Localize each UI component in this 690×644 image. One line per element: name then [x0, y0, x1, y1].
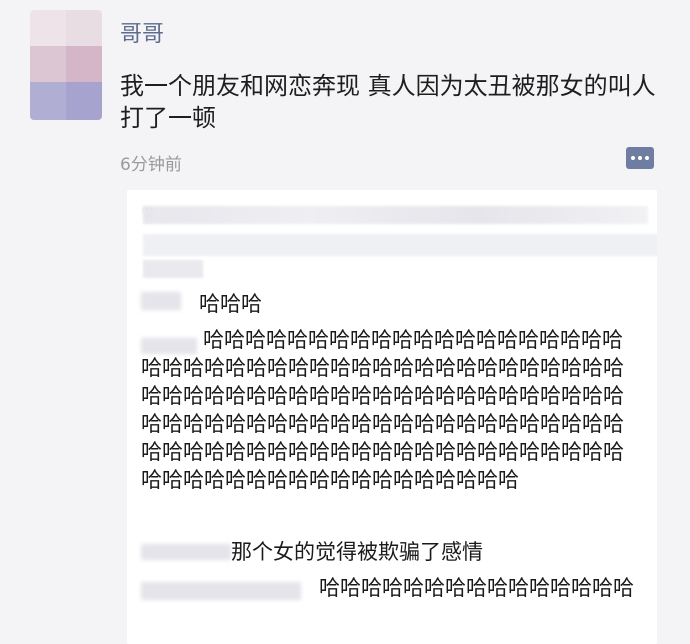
redacted-likes-row — [143, 206, 648, 224]
post-username[interactable]: 哥哥 — [120, 16, 164, 48]
comment-text-2: 哈哈哈哈哈哈哈哈哈哈哈哈哈哈哈哈哈哈哈哈哈哈哈哈哈哈哈哈哈哈哈哈哈哈哈哈哈哈哈哈… — [141, 328, 624, 492]
redacted-commenter-name — [141, 544, 231, 560]
avatar[interactable] — [30, 10, 102, 120]
post-timestamp: 6分钟前 — [120, 155, 182, 175]
comment-dots-icon[interactable] — [626, 147, 654, 169]
redacted-text-row — [143, 234, 657, 256]
redacted-commenter-name — [141, 292, 181, 310]
redacted-text-row — [143, 260, 203, 278]
comment-text-3: 那个女的觉得被欺骗了感情 — [231, 540, 483, 564]
post-text: 我一个朋友和网恋奔现 真人因为太丑被那女的叫人打了一顿 — [120, 72, 656, 132]
shared-screenshot: ♡ 哈哈哈 哈哈哈哈哈哈哈哈哈哈哈哈哈哈哈哈哈哈哈哈哈哈哈哈哈哈哈哈哈哈哈哈哈哈… — [127, 190, 657, 644]
comment-text-1: 哈哈哈 — [199, 292, 262, 316]
comment-text-4: 哈哈哈哈哈哈哈哈哈哈哈哈哈哈哈 — [319, 576, 634, 600]
